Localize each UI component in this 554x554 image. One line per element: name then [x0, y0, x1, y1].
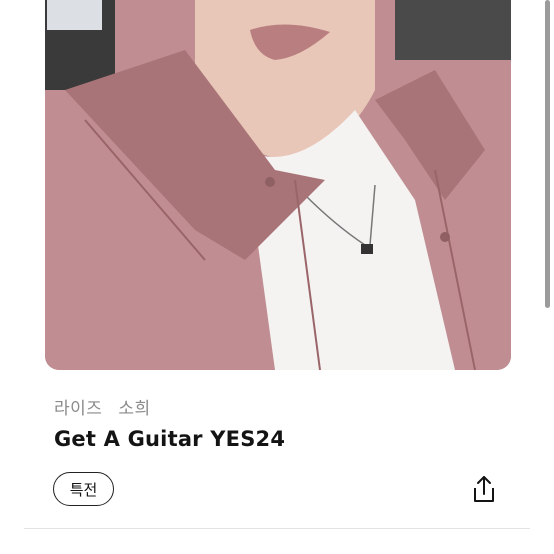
- product-detail-page: 라이즈 소희 Get A Guitar YES24 특전: [0, 0, 554, 554]
- tag-badge[interactable]: 특전: [53, 472, 114, 506]
- divider: [24, 528, 530, 529]
- share-button[interactable]: [468, 472, 500, 506]
- member-name[interactable]: 소희: [118, 399, 150, 419]
- scrollbar[interactable]: [545, 0, 550, 308]
- photocard-image: [45, 0, 511, 370]
- group-name[interactable]: 라이즈: [54, 399, 102, 419]
- product-photo[interactable]: [45, 0, 511, 370]
- product-title: Get A Guitar YES24: [54, 427, 286, 451]
- share-icon: [474, 476, 494, 502]
- product-meta: 라이즈 소희: [54, 394, 151, 419]
